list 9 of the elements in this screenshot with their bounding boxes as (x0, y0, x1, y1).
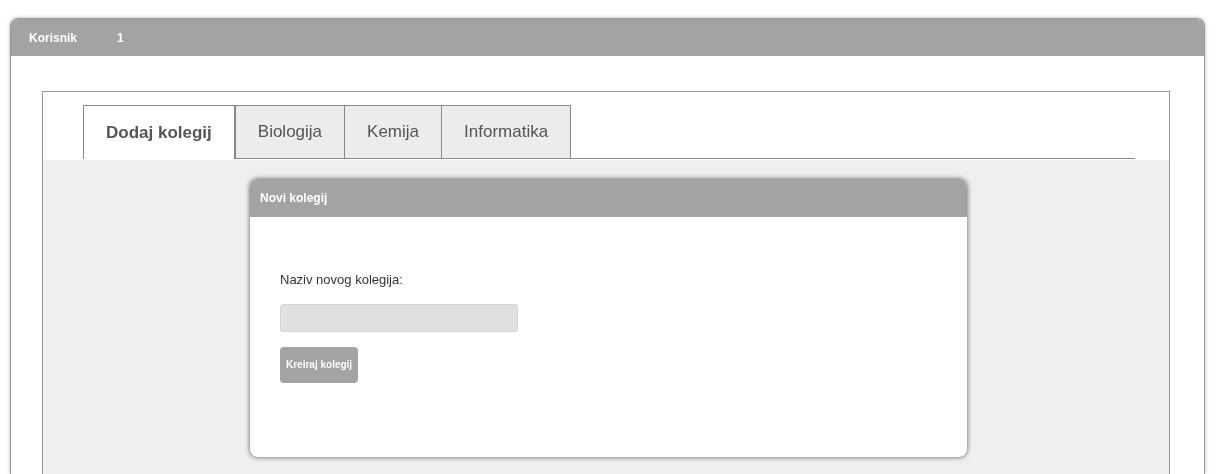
tab[interactable]: Biologija (234, 105, 346, 159)
header-label: Korisnik (29, 29, 77, 47)
input-field[interactable] (280, 303, 518, 332)
dialog-title: Novi kolegij (250, 179, 967, 217)
header-value: 1 (117, 29, 124, 47)
tab[interactable]: Kemija (344, 105, 443, 159)
field-label: Naziv novog kolegija: (280, 271, 404, 289)
tab[interactable]: Dodaj kolegij (83, 105, 236, 159)
tab[interactable]: Informatika (441, 105, 572, 159)
